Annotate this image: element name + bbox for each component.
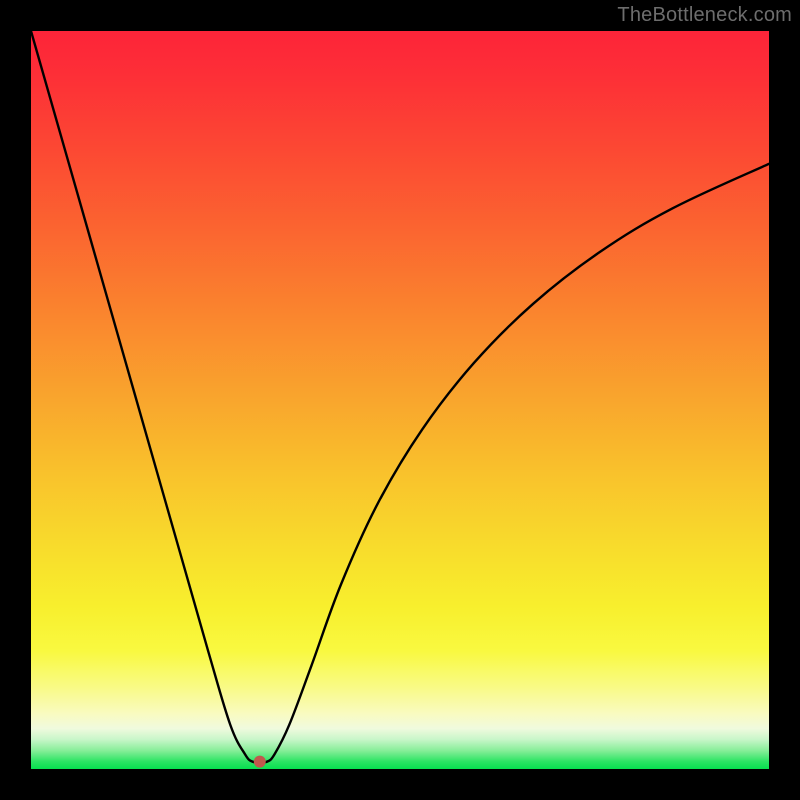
curve-svg	[31, 31, 769, 769]
watermark-text: TheBottleneck.com	[617, 4, 792, 27]
bottleneck-curve	[31, 31, 769, 762]
curve-minimum-marker	[254, 756, 266, 768]
plot-area	[31, 31, 769, 769]
chart-stage: TheBottleneck.com	[0, 0, 800, 800]
